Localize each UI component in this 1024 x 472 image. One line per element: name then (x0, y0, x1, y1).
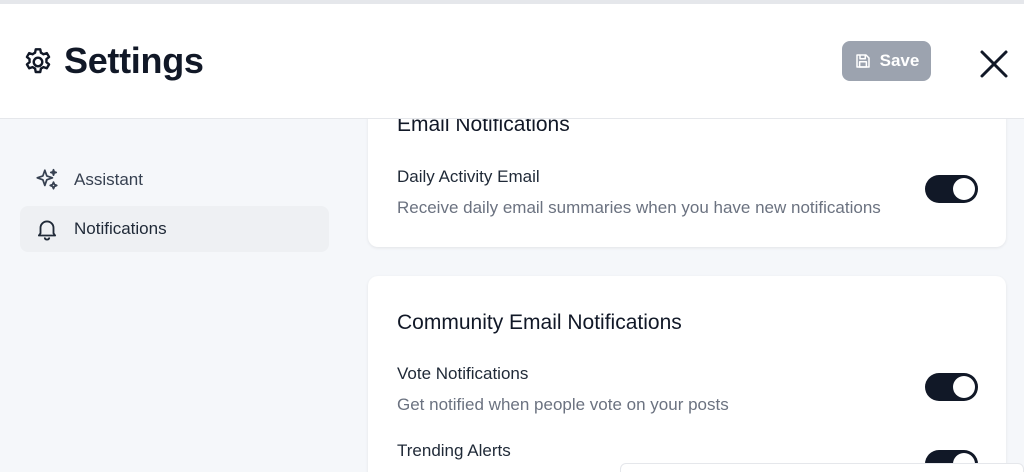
sparkles-icon (34, 167, 60, 193)
sidebar-item-label: Notifications (74, 219, 167, 238)
email-notifications-card: Email Notifications Daily Activity Email… (368, 100, 1006, 247)
setting-description: Receive daily email summaries when you h… (397, 198, 881, 217)
vote-notifications-toggle[interactable] (925, 373, 978, 401)
setting-label: Daily Activity Email (397, 167, 540, 186)
community-notifications-card: Community Email Notifications Vote Notif… (368, 276, 1006, 472)
close-button[interactable] (976, 46, 1012, 82)
settings-header: Settings Save (0, 4, 1024, 119)
bottom-panel-edge (620, 463, 1024, 472)
sidebar-item-notifications[interactable]: Notifications (20, 206, 329, 252)
gear-icon (22, 46, 54, 78)
setting-description: Get notified when people vote on your po… (397, 395, 729, 414)
save-icon (854, 52, 872, 70)
toggle-knob (953, 376, 975, 398)
daily-activity-email-toggle[interactable] (925, 175, 978, 203)
setting-label: Vote Notifications (397, 364, 529, 383)
sidebar-item-label: Assistant (74, 170, 143, 189)
sidebar-item-assistant[interactable]: Assistant (20, 157, 329, 203)
section-title: Community Email Notifications (397, 311, 682, 334)
close-icon (976, 50, 1012, 86)
toggle-knob (953, 178, 975, 200)
save-button[interactable]: Save (842, 41, 931, 81)
setting-label: Trending Alerts (397, 441, 511, 460)
bell-icon (34, 216, 60, 242)
page-title: Settings (64, 40, 204, 81)
save-button-label: Save (879, 51, 920, 70)
